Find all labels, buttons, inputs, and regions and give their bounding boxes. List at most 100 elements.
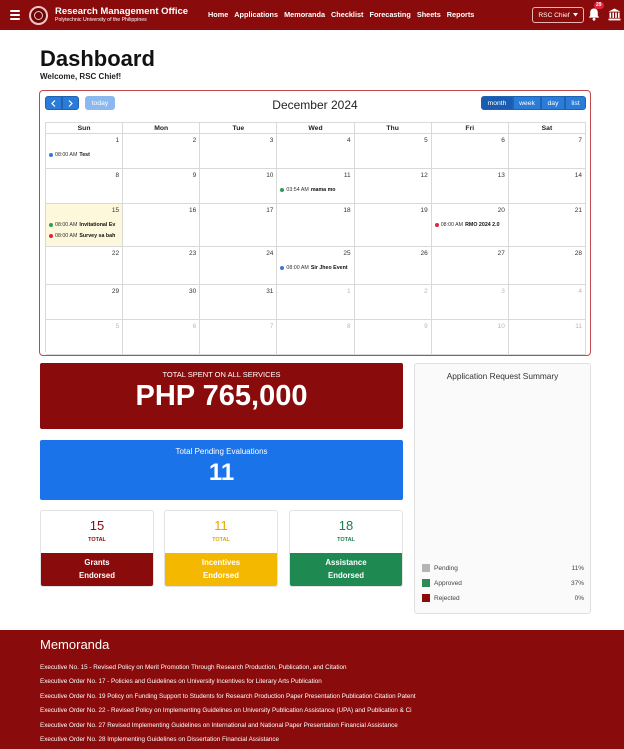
calendar-day-cell[interactable]: 25 08:00 AM Sir Jheo Event [277, 247, 355, 285]
day-number[interactable]: 10 [266, 172, 273, 179]
calendar-day-cell[interactable]: 22 [46, 247, 124, 285]
day-number[interactable]: 26 [420, 250, 427, 257]
incentives-endorsed-card[interactable]: 11 TOTAL Incentives Endorsed [164, 510, 278, 587]
calendar-day-cell[interactable]: 4 [508, 285, 586, 320]
calendar-day-cell[interactable]: 6 [123, 320, 201, 355]
day-number[interactable]: 13 [498, 172, 505, 179]
day-number[interactable]: 4 [347, 137, 351, 144]
day-number[interactable]: 14 [575, 172, 582, 179]
view-day-button[interactable]: day [541, 96, 565, 110]
day-number[interactable]: 7 [270, 323, 274, 330]
day-number[interactable]: 17 [266, 207, 273, 214]
calendar-day-cell[interactable]: 23 [123, 247, 201, 285]
calendar-day-cell[interactable]: 3 [431, 285, 509, 320]
day-number[interactable]: 29 [112, 288, 119, 295]
role-dropdown[interactable]: RSC Chief [532, 7, 584, 23]
calendar-day-cell[interactable]: 14 [508, 169, 586, 204]
calendar-day-cell[interactable]: 9 [123, 169, 201, 204]
calendar-day-cell[interactable]: 13 [431, 169, 509, 204]
calendar-day-cell[interactable]: 5 [46, 320, 124, 355]
calendar-day-cell[interactable]: 7 [508, 134, 586, 169]
day-number[interactable]: 22 [112, 250, 119, 257]
day-number[interactable]: 23 [189, 250, 196, 257]
day-number[interactable]: 8 [347, 323, 351, 330]
nav-applications[interactable]: Applications [234, 10, 278, 19]
calendar-day-cell[interactable]: 16 [123, 204, 201, 247]
assistance-endorsed-card[interactable]: 18 TOTAL Assistance Endorsed [289, 510, 403, 587]
calendar-day-cell[interactable]: 26 [354, 247, 432, 285]
day-number[interactable]: 27 [498, 250, 505, 257]
day-number[interactable]: 11 [575, 323, 582, 330]
calendar-day-cell[interactable]: 17 [200, 204, 278, 247]
nav-home[interactable]: Home [208, 10, 228, 19]
calendar-day-cell[interactable]: 5 [354, 134, 432, 169]
calendar-day-cell[interactable]: 24 [200, 247, 278, 285]
day-number[interactable]: 28 [575, 250, 582, 257]
day-number[interactable]: 2 [193, 137, 197, 144]
day-number[interactable]: 3 [501, 288, 505, 295]
calendar-day-cell[interactable]: 18 [277, 204, 355, 247]
day-number[interactable]: 8 [116, 172, 120, 179]
calendar-day-cell[interactable]: 4 [277, 134, 355, 169]
calendar-day-cell[interactable]: 15 08:00 AM Invitational Ev 08:00 AM Survey … [46, 204, 124, 247]
calendar-day-cell[interactable]: 21 [508, 204, 586, 247]
calendar-day-cell[interactable]: 10 [431, 320, 509, 355]
nav-memoranda[interactable]: Memoranda [284, 10, 325, 19]
brand[interactable]: Research Management Office Polytechnic U… [55, 7, 188, 23]
day-number[interactable]: 10 [498, 323, 505, 330]
calendar-day-cell[interactable]: 1 [277, 285, 355, 320]
calendar-day-cell[interactable]: 8 [46, 169, 124, 204]
institution-button[interactable] [608, 8, 621, 26]
calendar-day-cell[interactable]: 3 [200, 134, 278, 169]
day-number[interactable]: 18 [343, 207, 350, 214]
calendar-day-cell[interactable]: 28 [508, 247, 586, 285]
memo-link[interactable]: Executive Order No. 17 - Policies and Gu… [40, 675, 624, 689]
day-number[interactable]: 5 [116, 323, 120, 330]
calendar-day-cell[interactable]: 10 [200, 169, 278, 204]
calendar-event[interactable]: 03:54 AM mama mo [280, 187, 336, 193]
memo-link[interactable]: Executive Order No. 22 - Revised Policy … [40, 704, 624, 718]
day-number[interactable]: 11 [344, 172, 351, 179]
nav-reports[interactable]: Reports [447, 10, 475, 19]
calendar-day-cell[interactable]: 2 [123, 134, 201, 169]
day-number[interactable]: 6 [501, 137, 505, 144]
view-list-button[interactable]: list [565, 96, 586, 110]
calendar-day-cell[interactable]: 30 [123, 285, 201, 320]
calendar-day-cell[interactable]: 9 [354, 320, 432, 355]
nav-forecasting[interactable]: Forecasting [369, 10, 410, 19]
nav-sheets[interactable]: Sheets [417, 10, 441, 19]
calendar-day-cell[interactable]: 11 03:54 AM mama mo [277, 169, 355, 204]
day-number[interactable]: 1 [116, 137, 120, 144]
day-number[interactable]: 4 [578, 288, 582, 295]
day-number[interactable]: 31 [266, 288, 273, 295]
day-number[interactable]: 19 [420, 207, 427, 214]
calendar-day-cell[interactable]: 27 [431, 247, 509, 285]
day-number[interactable]: 16 [189, 207, 196, 214]
calendar-day-cell[interactable]: 1 08:00 AM Test [46, 134, 124, 169]
grants-endorsed-card[interactable]: 15 TOTAL Grants Endorsed [40, 510, 154, 587]
view-month-button[interactable]: month [481, 96, 513, 110]
calendar-event[interactable]: 08:00 AM RMO 2024 2.0 [434, 222, 500, 228]
calendar-day-cell[interactable]: 6 [431, 134, 509, 169]
memo-link[interactable]: Executive No. 15 - Revised Policy on Mer… [40, 661, 624, 675]
day-number[interactable]: 15 [112, 207, 119, 214]
calendar-event[interactable]: 08:00 AM Sir Jheo Event [280, 265, 348, 271]
calendar-day-cell[interactable]: 8 [277, 320, 355, 355]
day-number[interactable]: 30 [189, 288, 196, 295]
day-number[interactable]: 21 [575, 207, 582, 214]
nav-checklist[interactable]: Checklist [331, 10, 363, 19]
day-number[interactable]: 12 [420, 172, 427, 179]
day-number[interactable]: 3 [270, 137, 274, 144]
memo-link[interactable]: Executive Order No. 28 Implementing Guid… [40, 733, 624, 747]
view-week-button[interactable]: week [513, 96, 541, 110]
calendar-day-cell[interactable]: 31 [200, 285, 278, 320]
day-number[interactable]: 6 [193, 323, 197, 330]
calendar-event[interactable]: 08:00 AM Test [49, 152, 90, 158]
day-number[interactable]: 9 [193, 172, 197, 179]
day-number[interactable]: 1 [347, 288, 351, 295]
calendar-day-cell[interactable]: 29 [46, 285, 124, 320]
calendar-event[interactable]: 08:00 AM Invitational Ev [49, 222, 115, 228]
calendar-event[interactable]: 08:00 AM Survey sa bah [49, 233, 115, 239]
day-number[interactable]: 2 [424, 288, 428, 295]
day-number[interactable]: 24 [266, 250, 273, 257]
